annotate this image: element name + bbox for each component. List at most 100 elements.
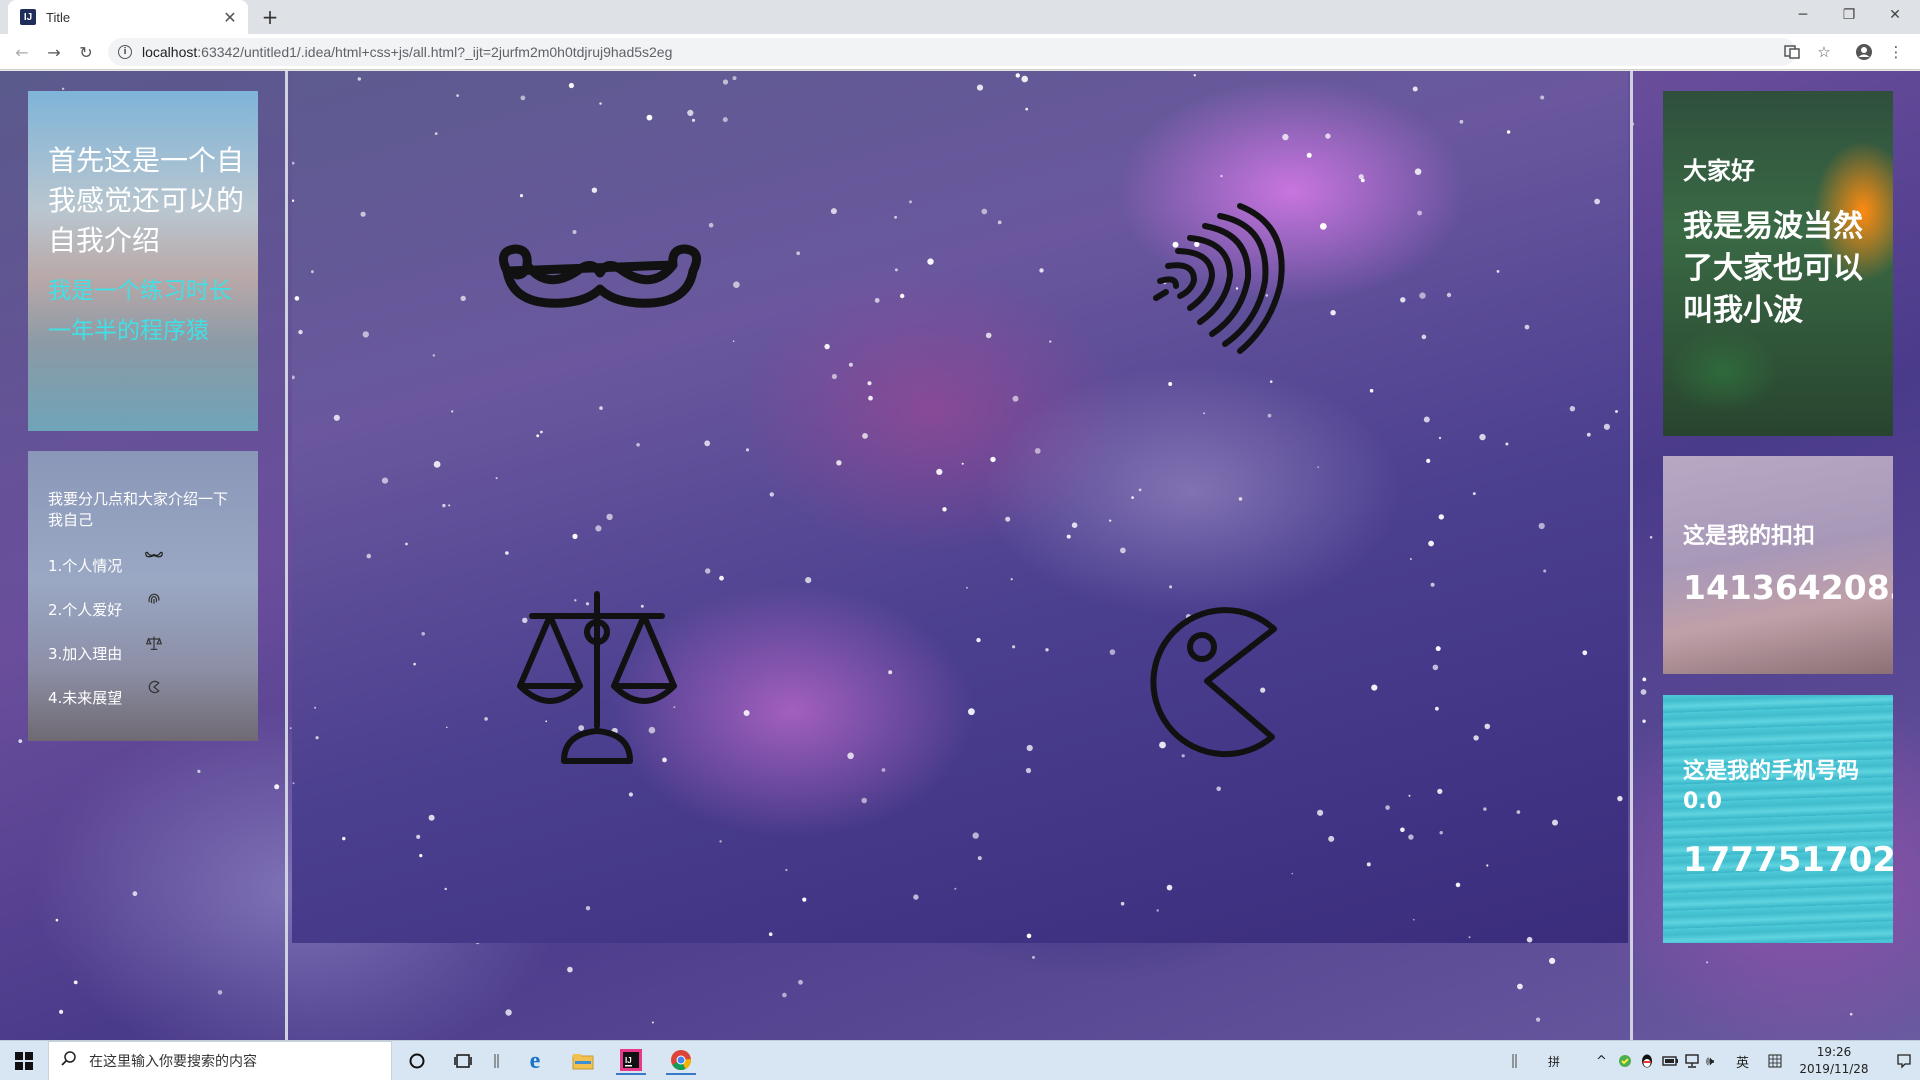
star-dot <box>936 468 943 475</box>
network-icon[interactable] <box>1684 1041 1700 1080</box>
star-dot <box>1156 909 1159 912</box>
star-dot <box>1049 340 1052 343</box>
star-dot <box>599 102 602 105</box>
cortana-icon[interactable] <box>402 1047 432 1075</box>
star-dot <box>881 768 886 772</box>
site-info-icon[interactable]: i <box>118 45 132 59</box>
file-explorer-icon[interactable] <box>568 1047 598 1075</box>
taskbar-clock[interactable]: 19:26 2019/11/28 <box>1784 1044 1884 1078</box>
tray-overflow-chevron-icon[interactable]: ^ <box>1596 1041 1607 1080</box>
outline-item-hobbies[interactable]: 2.个人爱好 <box>48 599 122 620</box>
star-dot <box>719 840 722 843</box>
chrome-icon[interactable] <box>666 1047 696 1075</box>
battery-icon[interactable] <box>1662 1041 1678 1080</box>
back-icon[interactable]: ← <box>10 40 34 64</box>
star-dot <box>1109 649 1116 655</box>
star-dot <box>805 577 812 584</box>
clock-date: 2019/11/28 <box>1799 1062 1869 1076</box>
ime-grid-icon[interactable]: 拼 <box>1548 1041 1560 1080</box>
tab-close-icon[interactable]: ✕ <box>220 7 240 27</box>
reload-icon[interactable]: ↻ <box>74 40 98 64</box>
star-dot <box>495 477 498 480</box>
star-dot <box>567 966 573 973</box>
edge-browser-icon[interactable]: e <box>520 1047 550 1075</box>
minimize-icon[interactable]: ─ <box>1780 0 1826 30</box>
star-dot <box>1432 664 1439 671</box>
bookmark-star-icon[interactable]: ☆ <box>1812 40 1836 64</box>
outline-card: 我要分几点和大家介绍一下我自己 1.个人情况 2.个人爱好 3.加入理由 4.未… <box>28 451 258 741</box>
star-dot <box>1419 292 1426 299</box>
forward-icon[interactable]: → <box>42 40 66 64</box>
star-dot <box>862 433 868 439</box>
star-dot <box>719 575 724 581</box>
windows-start-icon[interactable] <box>0 1041 48 1080</box>
star-dot <box>419 854 423 858</box>
scale-icon[interactable] <box>512 586 682 771</box>
outline-item-outlook[interactable]: 4.未来展望 <box>48 687 122 708</box>
menu-kebab-icon[interactable]: ⋮ <box>1884 40 1908 64</box>
fingerprint-icon[interactable] <box>1130 196 1300 366</box>
address-bar[interactable]: i localhost:63342/untitled1/.idea/html+c… <box>108 38 1796 66</box>
restore-icon[interactable]: ❐ <box>1826 0 1872 30</box>
star-dot <box>1238 497 1243 501</box>
star-dot <box>900 293 905 299</box>
star-dot <box>292 161 295 165</box>
browser-tab[interactable]: IJ Title ✕ <box>8 0 248 34</box>
star-dot <box>1166 884 1173 891</box>
tray-app-icon[interactable] <box>1618 1041 1632 1080</box>
outline-item-reason[interactable]: 3.加入理由 <box>48 643 122 664</box>
star-dot <box>1317 809 1324 816</box>
star-dot <box>708 222 714 228</box>
translate-icon[interactable] <box>1780 40 1804 64</box>
star-dot <box>448 504 451 507</box>
ime-language-indicator[interactable]: 英 <box>1736 1041 1749 1080</box>
star-dot <box>342 836 346 841</box>
star-dot <box>421 632 425 636</box>
star-dot <box>785 868 788 872</box>
star-dot <box>413 662 416 666</box>
profile-icon[interactable] <box>1852 40 1876 64</box>
star-dot <box>1358 174 1364 180</box>
star-dot <box>1412 86 1418 92</box>
close-window-icon[interactable]: ✕ <box>1872 0 1918 30</box>
star-dot <box>568 82 574 89</box>
star-dot <box>311 270 314 274</box>
notifications-icon[interactable] <box>1896 1041 1912 1080</box>
star-dot <box>1032 956 1035 959</box>
star-dot <box>985 332 992 339</box>
star-dot <box>1486 864 1489 867</box>
qq-tray-icon[interactable] <box>1640 1041 1654 1080</box>
browser-toolbar: ← → ↻ i localhost:63342/untitled1/.idea/… <box>0 34 1920 70</box>
pacman-icon[interactable] <box>1132 599 1292 764</box>
star-dot <box>1435 646 1441 652</box>
ime-mode-icon[interactable] <box>1768 1041 1782 1080</box>
star-dot <box>1483 807 1487 811</box>
star-dot <box>942 507 947 512</box>
star-dot <box>585 906 591 911</box>
star-dot <box>888 670 893 675</box>
star-dot <box>1317 466 1319 468</box>
star-dot <box>1371 684 1378 691</box>
star-dot <box>314 706 317 709</box>
mini-mustache-icon <box>145 551 163 558</box>
new-tab-icon[interactable]: + <box>258 5 282 29</box>
intro-card: 首先这是一个自我感觉还可以的自我介绍 我是一个练习时长一年半的程序猿 <box>28 91 258 431</box>
task-view-icon[interactable] <box>448 1047 478 1075</box>
volume-icon[interactable]: 🕪 <box>1706 1041 1714 1080</box>
star-dot <box>1071 522 1078 528</box>
url-text[interactable]: localhost:63342/untitled1/.idea/html+css… <box>142 44 672 60</box>
star-dot <box>847 752 854 760</box>
intellij-idea-icon[interactable]: IJ <box>616 1047 646 1075</box>
svg-text:IJ: IJ <box>625 1056 632 1065</box>
star-dot <box>1282 133 1289 141</box>
mustache-icon[interactable] <box>487 231 712 331</box>
star-dot <box>1455 882 1461 888</box>
star-dot <box>1617 795 1623 802</box>
star-dot <box>868 395 873 401</box>
outline-item-personal[interactable]: 1.个人情况 <box>48 555 122 576</box>
star-dot <box>1400 297 1406 303</box>
star-dot <box>1025 767 1032 774</box>
star-dot <box>1428 540 1434 547</box>
star-dot <box>1435 706 1439 711</box>
taskbar-search-input[interactable]: 在这里输入你要搜索的内容 <box>48 1041 392 1080</box>
